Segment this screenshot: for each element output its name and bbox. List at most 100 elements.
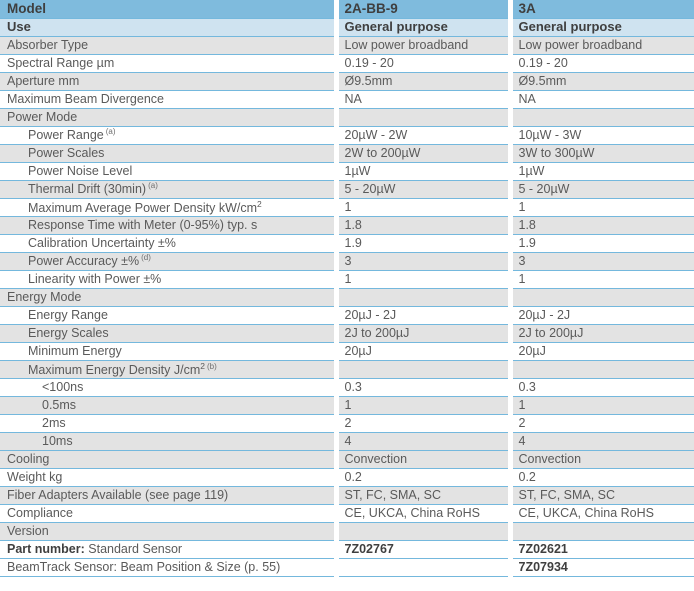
row-label-text: Power Noise Level bbox=[28, 163, 133, 178]
row-label-cell: Linearity with Power ±% bbox=[0, 270, 336, 289]
row-label-text: Power Accuracy ±% bbox=[28, 254, 140, 269]
row-value-cell-col2 bbox=[507, 522, 694, 541]
row-value-cell-col2: 1.8 bbox=[507, 216, 694, 235]
row-label-text: Energy Mode bbox=[7, 289, 82, 304]
footnote-marker: (b) bbox=[207, 361, 217, 371]
row-value-cell-col2: CE, UKCA, China RoHS bbox=[507, 504, 694, 523]
row-label-cell: Energy Scales bbox=[0, 324, 336, 343]
row-value-cell-col2: 2 bbox=[507, 414, 694, 433]
row-value-cell-col1: 20µW - 2W bbox=[333, 126, 510, 145]
row-value-cell-col1: Low power broadband bbox=[333, 36, 510, 55]
row-value-cell-col1: 0.19 - 20 bbox=[333, 54, 510, 73]
row-value-cell-col1: 20µJ - 2J bbox=[333, 306, 510, 325]
row-label-cell: Fiber Adapters Available (see page 119) bbox=[0, 486, 336, 505]
column-header-text: 3A bbox=[518, 1, 536, 16]
row-label-cell: Power Noise Level bbox=[0, 162, 336, 181]
row-value: ST, FC, SMA, SC bbox=[344, 487, 442, 502]
row-value-cell-col2: 1.9 bbox=[507, 234, 694, 253]
row-label-text: Compliance bbox=[7, 505, 74, 520]
row-label: Maximum Energy Density J/cm2 (b) bbox=[0, 361, 223, 377]
table-row: Power Noise Level 1µW 1µW bbox=[0, 162, 694, 181]
row-value-cell-col2: 4 bbox=[507, 432, 694, 451]
table-row: Maximum Beam Divergence NA NA bbox=[0, 90, 694, 109]
row-value bbox=[515, 362, 525, 376]
row-label: Calibration Uncertainty ±% bbox=[0, 236, 182, 250]
row-label: Linearity with Power ±% bbox=[0, 272, 167, 286]
row-value: 4 bbox=[518, 433, 526, 448]
row-value-cell-col1 bbox=[333, 288, 510, 307]
footnote-marker: (a) bbox=[148, 181, 158, 191]
row-label-text: Energy Scales bbox=[28, 325, 109, 340]
row-value: 0.2 bbox=[518, 469, 536, 484]
footnote-marker: (d) bbox=[141, 253, 151, 263]
row-value-cell-col1: 1.9 bbox=[333, 234, 510, 253]
table-row: Power Mode bbox=[0, 108, 694, 127]
row-value-cell-col2: 1 bbox=[507, 270, 694, 289]
table-body: Model 2A-BB-9 3A Use General purpose General … bbox=[0, 0, 694, 577]
row-value: 1 bbox=[518, 397, 526, 412]
row-value: CE, UKCA, China RoHS bbox=[518, 505, 654, 520]
row-value: 20µJ bbox=[518, 343, 546, 358]
use-cell-col1: General purpose bbox=[333, 18, 510, 37]
row-value-cell-col2: Convection bbox=[507, 450, 694, 469]
table-header-row-use: Use General purpose General purpose bbox=[0, 18, 694, 37]
specification-table: Model 2A-BB-9 3A Use General purpose General … bbox=[0, 0, 694, 577]
use-cell-text: Use bbox=[7, 19, 31, 35]
row-label: Power Accuracy ±% (d) bbox=[0, 254, 157, 268]
row-value: 3 bbox=[518, 253, 526, 268]
row-label-cell: <100ns bbox=[0, 378, 336, 397]
row-value: 3W to 300µW bbox=[518, 145, 595, 160]
row-label-text: Aperture mm bbox=[7, 73, 80, 88]
row-value: 0.19 - 20 bbox=[518, 55, 568, 70]
table-row: Energy Range 20µJ - 2J 20µJ - 2J bbox=[0, 306, 694, 325]
row-value: CE, UKCA, China RoHS bbox=[344, 505, 480, 520]
row-label-text: <100ns bbox=[42, 379, 84, 394]
row-value: Ø9.5mm bbox=[518, 73, 567, 88]
row-value: Low power broadband bbox=[344, 37, 469, 52]
row-label-cell: Cooling bbox=[0, 450, 336, 469]
table-row: Power Range (a) 20µW - 2W 10µW - 3W bbox=[0, 126, 694, 145]
row-value: NA bbox=[344, 91, 362, 106]
row-value: 7Z02767 bbox=[344, 541, 394, 556]
row-label: 10ms bbox=[0, 434, 79, 448]
use-cell-label: Use bbox=[0, 18, 336, 37]
row-value bbox=[341, 560, 351, 574]
row-value bbox=[341, 110, 351, 124]
row-value: 1 bbox=[344, 271, 352, 286]
row-value-cell-col2: Low power broadband bbox=[507, 36, 694, 55]
row-value-cell-col1: 1 bbox=[333, 270, 510, 289]
row-label-cell: Power Scales bbox=[0, 144, 336, 163]
row-value-cell-col1: 1.8 bbox=[333, 216, 510, 235]
row-value: 1.9 bbox=[518, 235, 536, 250]
row-label-cell: 10ms bbox=[0, 432, 336, 451]
row-value: Convection bbox=[344, 451, 408, 466]
column-header-text: 2A-BB-9 bbox=[344, 1, 398, 16]
row-value-cell-col2: 3W to 300µW bbox=[507, 144, 694, 163]
row-label-text: Minimum Energy bbox=[28, 343, 122, 358]
row-value: 2J to 200µJ bbox=[344, 325, 410, 340]
row-label: Aperture mm bbox=[0, 74, 85, 88]
row-label-text: Calibration Uncertainty ±% bbox=[28, 235, 176, 250]
row-value: Convection bbox=[518, 451, 582, 466]
row-value: 1 bbox=[518, 199, 526, 214]
row-value: 2J to 200µJ bbox=[518, 325, 584, 340]
row-label-text: Thermal Drift (30min) bbox=[28, 182, 147, 197]
row-label-text: Spectral Range µm bbox=[7, 55, 115, 70]
row-value-cell-col1 bbox=[333, 108, 510, 127]
row-label: <100ns bbox=[0, 380, 89, 394]
table-row: Energy Mode bbox=[0, 288, 694, 307]
row-value-cell-col2: 0.3 bbox=[507, 378, 694, 397]
table-header-row-model: Model 2A-BB-9 3A bbox=[0, 0, 694, 19]
row-value-cell-col2: 5 - 20µW bbox=[507, 180, 694, 199]
row-label-text: Fiber Adapters Available (see page 119) bbox=[7, 487, 229, 502]
row-value: 1.8 bbox=[344, 217, 362, 232]
use-cell-col2: General purpose bbox=[507, 18, 694, 37]
row-label-cell: Weight kg bbox=[0, 468, 336, 487]
row-value: 20µJ bbox=[344, 343, 372, 358]
use-cell-text: General purpose bbox=[518, 19, 622, 35]
row-label: Version bbox=[0, 524, 55, 538]
row-value bbox=[515, 290, 525, 304]
row-label-text: 0.5ms bbox=[42, 397, 77, 412]
row-value: 7Z02621 bbox=[518, 541, 568, 556]
row-label: Power Noise Level bbox=[0, 164, 138, 178]
